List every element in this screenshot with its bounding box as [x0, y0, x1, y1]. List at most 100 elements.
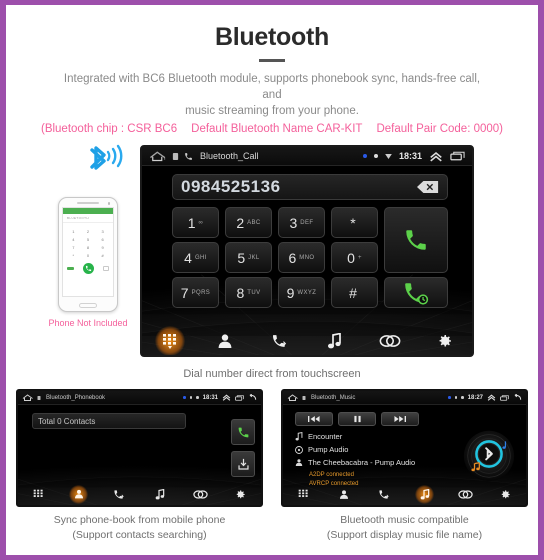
dialed-number-field[interactable]: 0984525136 — [172, 174, 448, 200]
head-unit-dial-screen: Bluetooth_Call 18:31 0984525136 1 ∞ 2 AB… — [140, 145, 474, 357]
nav-item-pair[interactable] — [180, 483, 221, 505]
subtitle-line-1: Integrated with BC6 Bluetooth module, su… — [63, 73, 481, 101]
nav-item-dialpad[interactable] — [283, 483, 324, 505]
bluetooth-status-dot — [448, 396, 451, 399]
phone-app-label: BLUETOOTH — [67, 216, 89, 220]
nav-item-contacts[interactable] — [197, 323, 252, 355]
nav-item-dialpad[interactable] — [18, 483, 59, 505]
nav-item-contacts[interactable] — [324, 483, 365, 505]
call-answer-button[interactable] — [384, 207, 448, 273]
signal-status-dot — [373, 154, 378, 158]
key-digit: 6 — [288, 249, 297, 266]
dialpad-keys: 1 ∞ 2 ABC 3 DEF * 4 GHI 5 JKL 6 MNO 0 + 7 PQRS 8… — [172, 207, 448, 308]
nav-item-pair[interactable] — [445, 483, 486, 505]
nav-item-settings[interactable] — [221, 483, 262, 505]
back-arrow-icon[interactable] — [248, 394, 257, 401]
nav-item-music[interactable] — [405, 483, 446, 505]
nav-item-music[interactable] — [140, 483, 181, 505]
dialpad-key-3[interactable]: 3 DEF — [278, 207, 325, 238]
phonebook-caption-line-1: Sync phone-book from mobile phone — [53, 514, 226, 526]
dialpad-key-star[interactable]: * — [331, 207, 378, 238]
dialpad-key-6[interactable]: 6 MNO — [278, 242, 325, 273]
bottom-panels-row: Bluetooth_Phonebook 18:31 Total 0 Contac… — [6, 389, 538, 543]
recent-apps-icon[interactable] — [450, 151, 465, 161]
track-title-row: Encounter — [295, 432, 445, 441]
nav-item-contacts[interactable] — [59, 483, 100, 505]
music-body: Encounter Pump Audio The Cheebacabra - P… — [283, 405, 526, 505]
key-letters: MNO — [299, 254, 315, 261]
bluetooth-signal-icon — [84, 141, 134, 175]
recent-apps-icon[interactable] — [235, 394, 244, 401]
dialpad-key-7[interactable]: 7 PQRS — [172, 277, 219, 308]
nav-item-dialpad[interactable] — [142, 323, 197, 355]
dialpad-key-hash[interactable]: # — [331, 277, 378, 308]
phone-mockup: BLUETOOTH 1 2 3 4 5 6 7 8 9 * 0 # Phone … — [40, 144, 136, 328]
key-letters: ∞ — [198, 219, 204, 226]
nav-item-pair[interactable] — [362, 323, 417, 355]
previous-track-button[interactable] — [295, 412, 333, 426]
contact-person-icon — [74, 489, 83, 499]
nav-item-call-history[interactable] — [364, 483, 405, 505]
backspace-icon[interactable] — [417, 180, 439, 194]
home-icon[interactable] — [22, 393, 34, 402]
contacts-search-input[interactable]: Total 0 Contacts — [32, 413, 186, 429]
dialpad-key-9[interactable]: 9 WXYZ — [278, 277, 325, 308]
status-clock: 18:31 — [398, 151, 422, 161]
phone-not-included-label: Phone Not Included — [48, 318, 128, 328]
phone-key: 6 — [101, 237, 104, 242]
wifi-status-icon — [385, 153, 392, 159]
key-letters: WXYZ — [297, 289, 317, 296]
dialpad-key-1[interactable]: 1 ∞ — [172, 207, 219, 238]
phonebook-download-button[interactable] — [231, 451, 255, 477]
phone-key: 4 — [72, 237, 75, 242]
phone-call-button — [82, 263, 94, 274]
phone-key: 9 — [101, 245, 104, 250]
nav-active-glow — [415, 484, 435, 504]
nav-item-music[interactable] — [307, 323, 362, 355]
dialpad-key-8[interactable]: 8 TUV — [225, 277, 272, 308]
dialpad-key-4[interactable]: 4 GHI — [172, 242, 219, 273]
dialpad-key-2[interactable]: 2 ABC — [225, 207, 272, 238]
next-track-button[interactable] — [381, 412, 419, 426]
pause-button[interactable] — [338, 412, 376, 426]
title-divider — [259, 59, 285, 62]
home-icon[interactable] — [149, 150, 167, 162]
phone-key: 5 — [86, 237, 90, 242]
key-digit: 2 — [236, 214, 245, 231]
recent-apps-icon[interactable] — [500, 394, 509, 401]
nav-item-settings[interactable] — [486, 483, 527, 505]
dial-screen-body: 0984525136 1 ∞ 2 ABC 3 DEF * 4 GHI 5 JKL… — [142, 166, 472, 355]
home-icon[interactable] — [287, 393, 299, 402]
phone-key: 7 — [72, 245, 75, 250]
gear-icon — [236, 489, 245, 498]
key-letters: DEF — [300, 219, 314, 226]
phone-key: 8 — [86, 245, 90, 250]
link-rings-icon — [379, 335, 400, 347]
chevron-up-icon[interactable] — [487, 394, 496, 401]
phonebook-body: Total 0 Contacts — [18, 405, 261, 505]
artist-row: The Cheebacabra - Pump Audio — [295, 458, 445, 467]
nav-item-call-history[interactable] — [99, 483, 140, 505]
key-digit: 5 — [237, 249, 246, 266]
phonebook-clock: 18:31 — [202, 394, 218, 401]
music-note-icon — [155, 488, 165, 499]
phonebook-panel: Bluetooth_Phonebook 18:31 Total 0 Contac… — [16, 389, 263, 543]
skip-previous-icon — [308, 416, 320, 422]
nav-item-call-history[interactable] — [252, 323, 307, 355]
bluetooth-feature-page: Bluetooth Integrated with BC6 Bluetooth … — [0, 0, 544, 560]
phonebook-call-button[interactable] — [231, 419, 255, 445]
phone-camera — [107, 202, 110, 205]
chevron-up-icon[interactable] — [429, 151, 443, 162]
call-icon — [184, 152, 193, 161]
dialpad-icon — [33, 489, 43, 497]
call-redial-button[interactable] — [384, 277, 448, 308]
chevron-up-icon[interactable] — [222, 394, 231, 401]
music-caption-line-2: (Support display music file name) — [326, 529, 483, 541]
dialpad-key-5[interactable]: 5 JKL — [225, 242, 272, 273]
call-answer-icon — [406, 230, 426, 250]
music-screen: Bluetooth_Music 18:27 Encounter Pump Aud… — [281, 389, 528, 507]
dialpad-key-0[interactable]: 0 + — [331, 242, 378, 273]
nav-item-settings[interactable] — [417, 323, 472, 355]
spec-chip: (Bluetooth chip : CSR BC6 — [40, 123, 178, 135]
back-arrow-icon[interactable] — [513, 394, 522, 401]
